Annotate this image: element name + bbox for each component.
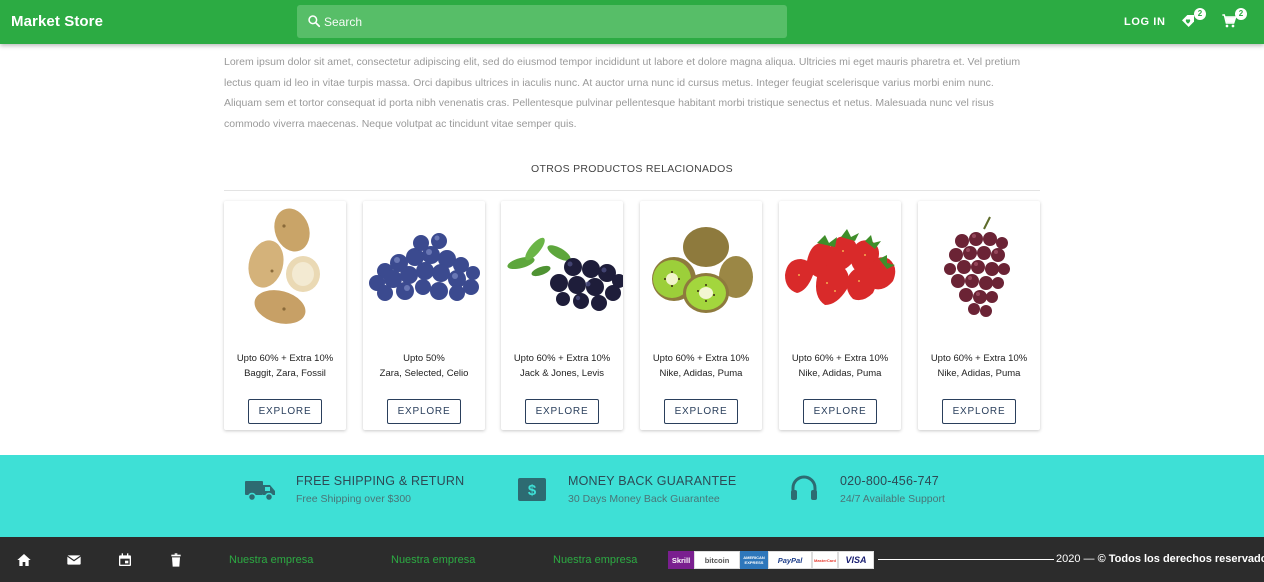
mail-icon[interactable] (66, 552, 82, 568)
brands-text: Baggit, Zara, Fossil (244, 368, 326, 379)
feature-subtitle: 24/7 Available Support (840, 493, 945, 505)
cart-button[interactable]: 2 (1221, 8, 1247, 31)
top-app-bar: Market Store LOG IN 2 2 (0, 0, 1264, 44)
product-card[interactable]: Upto 60% + Extra 10% Nike, Adidas, Puma … (918, 201, 1040, 430)
product-description: Lorem ipsum dolor sit amet, consectetur … (224, 56, 1021, 130)
product-card[interactable]: Upto 50% Zara, Selected, Celio EXPLORE (363, 201, 485, 430)
explore-button[interactable]: EXPLORE (803, 399, 877, 424)
offer-text: Upto 60% + Extra 10% (652, 353, 750, 364)
offer-text: Upto 60% + Extra 10% (236, 353, 334, 364)
brands-text: Zara, Selected, Celio (379, 368, 469, 379)
footer-bar: Nuestra empresa Nuestra empresa Nuestra … (0, 537, 1264, 582)
product-card[interactable]: Upto 60% + Extra 10% Nike, Adidas, Puma … (779, 201, 901, 430)
product-card[interactable]: Upto 60% + Extra 10% Baggit, Zara, Fossi… (224, 201, 346, 430)
grapes-image (944, 216, 1010, 317)
offer-text: Upto 50% (403, 353, 445, 364)
feature-subtitle: 30 Days Money Back Guarantee (568, 493, 720, 505)
feature-title: MONEY BACK GUARANTEE (568, 474, 737, 488)
offer-text: Upto 60% + Extra 10% (513, 353, 611, 364)
login-button[interactable]: LOG IN (1124, 16, 1166, 28)
explore-button[interactable]: EXPLORE (387, 399, 461, 424)
cart-count-badge: 2 (1235, 8, 1247, 20)
blueberries-image (369, 233, 480, 301)
offer-text: Upto 60% + Extra 10% (930, 353, 1028, 364)
explore-button[interactable]: EXPLORE (525, 399, 599, 424)
footer-divider-line (878, 559, 1054, 560)
features-band: FREE SHIPPING & RETURN Free Shipping ove… (0, 455, 1264, 537)
calendar-icon[interactable] (117, 552, 133, 568)
wishlist-count-badge: 2 (1194, 8, 1206, 20)
brands-text: Nike, Adidas, Puma (659, 368, 743, 379)
money-icon: $ (518, 478, 546, 501)
feature-title: FREE SHIPPING & RETURN (296, 474, 465, 488)
payment-methods: Skrill bitcoin AMERICAN EXPRESS PayPal M… (668, 551, 874, 569)
section-divider (224, 190, 1040, 191)
brand-title[interactable]: Market Store (11, 13, 103, 30)
svg-text:$: $ (528, 482, 537, 499)
footer-link-empresa[interactable]: Nuestra empresa (229, 554, 313, 566)
copyright-text: 2020 — © Todos los derechos reservados (1056, 553, 1264, 565)
truck-icon (245, 481, 275, 502)
brands-text: Nike, Adidas, Puma (798, 368, 882, 379)
product-card[interactable]: Upto 60% + Extra 10% Jack & Jones, Levis… (501, 201, 623, 430)
skrill-logo: Skrill (668, 551, 694, 569)
offer-text: Upto 60% + Extra 10% (791, 353, 889, 364)
explore-button[interactable]: EXPLORE (664, 399, 738, 424)
bitcoin-logo: bitcoin (694, 551, 740, 569)
related-products-grid: Upto 60% + Extra 10% Baggit, Zara, Fossi… (224, 201, 1040, 431)
feature-subtitle: Free Shipping over $300 (296, 493, 411, 505)
copyright-notice: © Todos los derechos reservados (1097, 553, 1264, 565)
footer-link-empresa[interactable]: Nuestra empresa (391, 554, 475, 566)
search-box[interactable] (297, 5, 787, 38)
explore-button[interactable]: EXPLORE (942, 399, 1016, 424)
visa-logo: VISA (838, 551, 874, 569)
search-icon (308, 15, 321, 28)
related-products-heading: OTROS PRODUCTOS RELACIONADOS (531, 163, 733, 175)
headset-icon (791, 475, 817, 500)
wishlist-button[interactable]: 2 (1180, 8, 1206, 31)
brands-text: Nike, Adidas, Puma (937, 368, 1021, 379)
product-card[interactable]: Upto 60% + Extra 10% Nike, Adidas, Puma … (640, 201, 762, 430)
blackcurrants-image (507, 237, 623, 311)
paypal-logo: PayPal (768, 551, 812, 569)
home-icon[interactable] (16, 552, 32, 568)
brands-text: Jack & Jones, Levis (520, 368, 604, 379)
trash-icon[interactable] (168, 552, 184, 568)
footer-link-empresa[interactable]: Nuestra empresa (553, 554, 637, 566)
kiwis-image (652, 227, 753, 313)
feature-title: 020-800-456-747 (840, 474, 939, 488)
mastercard-logo: MasterCard (812, 551, 838, 569)
potatoes-image (248, 208, 320, 324)
amex-logo: AMERICAN EXPRESS (740, 551, 768, 569)
copyright-year: 2020 — (1056, 553, 1095, 565)
strawberries-image (785, 229, 896, 305)
search-input[interactable] (324, 5, 779, 38)
explore-button[interactable]: EXPLORE (248, 399, 322, 424)
